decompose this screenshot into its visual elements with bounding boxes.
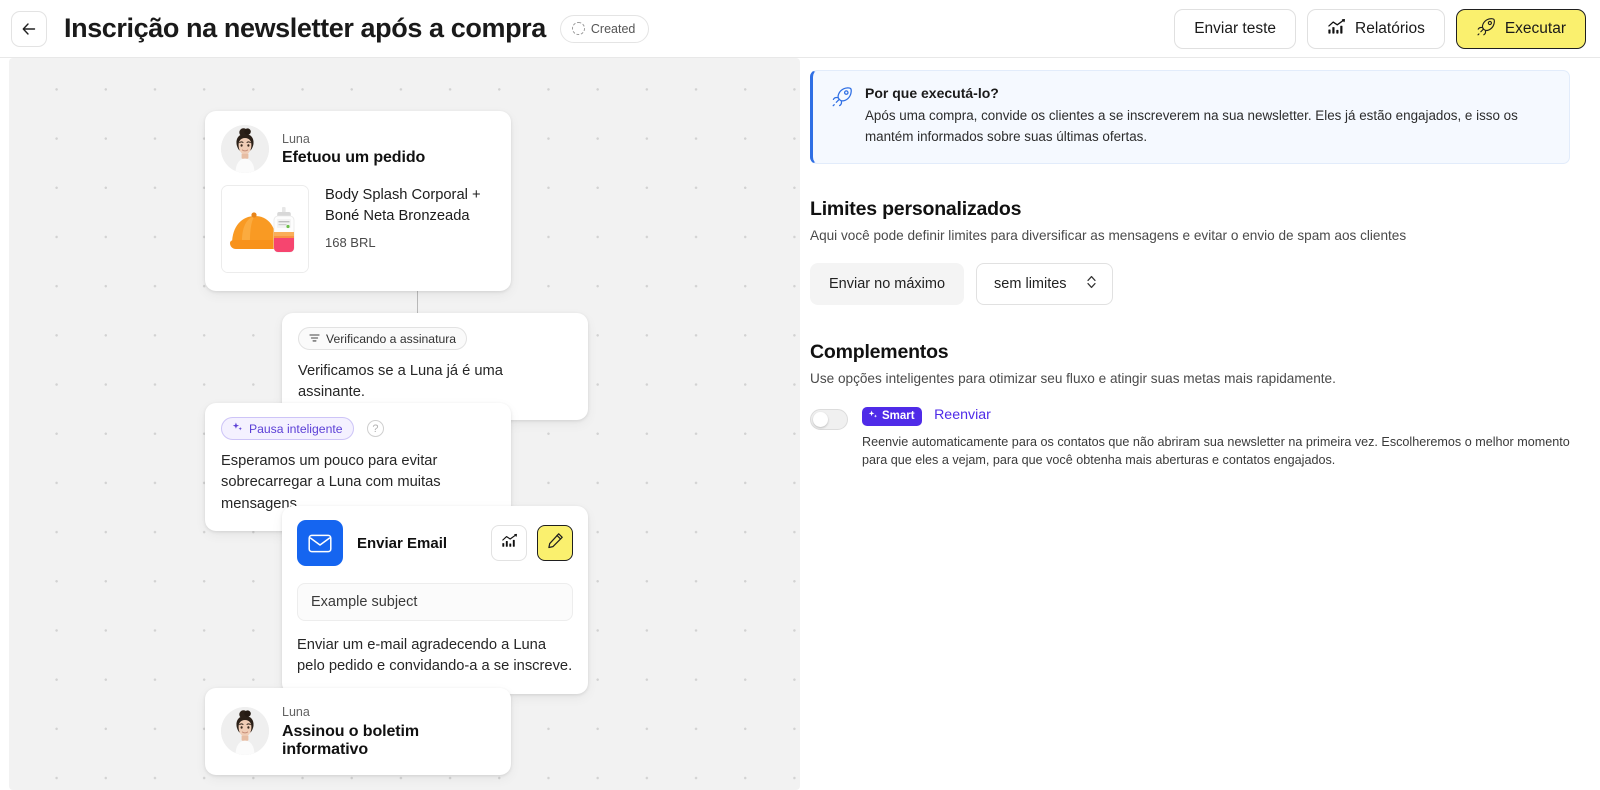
filter-icon xyxy=(309,332,320,346)
status-badge-label: Created xyxy=(590,21,636,36)
condition-badge-label: Verificando a assinatura xyxy=(326,331,457,346)
person-name: Luna xyxy=(282,705,310,719)
limits-label: Enviar no máximo xyxy=(810,262,965,305)
rocket-icon xyxy=(831,86,853,148)
reports-button[interactable]: Relatórios xyxy=(1307,8,1445,49)
status-badge: Created xyxy=(559,14,650,43)
flow-node-trigger[interactable]: Luna Efetuou um pedido Body Splash Corpo… xyxy=(205,111,511,291)
rocket-icon xyxy=(1476,17,1496,41)
goal-person-text: Luna Assinou o boletim informativo xyxy=(282,704,495,759)
email-stats-button[interactable] xyxy=(491,525,527,561)
delay-badge: Pausa inteligente xyxy=(221,417,354,440)
chevron-updown-icon xyxy=(1085,274,1098,294)
condition-badge: Verificando a assinatura xyxy=(298,327,468,350)
send-test-label: Enviar teste xyxy=(1194,19,1277,37)
email-node-actions xyxy=(491,525,573,561)
person-action: Assinou o boletim informativo xyxy=(282,722,419,758)
pencil-icon xyxy=(547,532,564,554)
addon-toggle-resend[interactable] xyxy=(810,408,848,430)
dashed-circle-icon xyxy=(571,22,585,35)
arrow-left-icon xyxy=(20,20,38,38)
email-subject-value: Example subject xyxy=(311,594,418,610)
sparkle-icon xyxy=(868,410,878,423)
email-edit-button[interactable] xyxy=(537,525,573,561)
trigger-person-text: Luna Efetuou um pedido xyxy=(282,131,425,168)
addons-subtitle: Use opções inteligentes para otimizar se… xyxy=(810,370,1336,386)
envelope-icon xyxy=(297,520,343,566)
addons-title: Complementos xyxy=(810,340,949,363)
top-bar-actions: Enviar teste Relatórios Executar xyxy=(1174,8,1586,49)
flow-node-email[interactable]: Enviar Email Example subject Enviar um e… xyxy=(282,506,588,694)
limits-subtitle: Aqui você pode definir limites para dive… xyxy=(810,227,1407,243)
back-button[interactable] xyxy=(11,10,47,47)
email-subject-field[interactable]: Example subject xyxy=(297,583,573,621)
addon-item-resend: Smart Reenviar Reenvie automaticamente p… xyxy=(810,406,1570,471)
person-name: Luna xyxy=(282,131,310,146)
info-banner-body: Após uma compra, convide os clientes a s… xyxy=(865,108,1518,144)
flow-node-goal[interactable]: Luna Assinou o boletim informativo xyxy=(205,688,511,775)
condition-text: Verificamos se a Luna já é uma assinante… xyxy=(298,363,503,401)
chart-icon xyxy=(1327,18,1346,40)
info-banner-text: Por que executá-lo? Após uma compra, con… xyxy=(865,85,1549,148)
addon-name-resend[interactable]: Reenviar xyxy=(934,407,991,423)
info-banner-title: Por que executá-lo? xyxy=(865,85,999,101)
toggle-knob xyxy=(813,411,828,427)
product-image xyxy=(221,185,309,273)
product-price: 168 BRL xyxy=(325,234,376,250)
person-action: Efetuou um pedido xyxy=(282,149,426,167)
chart-icon xyxy=(501,533,518,553)
addon-content: Smart Reenviar Reenvie automaticamente p… xyxy=(862,406,1570,471)
limits-control-row: Enviar no máximo sem limites xyxy=(810,262,1570,305)
product-row: Body Splash Corporal + Boné Neta Bronzea… xyxy=(205,185,511,291)
email-node-label: Enviar Email xyxy=(357,534,448,552)
addon-description-resend: Reenvie automaticamente para os contatos… xyxy=(862,434,1570,468)
help-circle-icon[interactable]: ? xyxy=(366,420,384,437)
sparkle-icon xyxy=(232,422,243,436)
email-header: Enviar Email xyxy=(282,506,588,566)
avatar xyxy=(221,125,269,173)
page-title: Inscrição na newsletter após a compra xyxy=(64,13,546,43)
flow-canvas[interactable]: Luna Efetuou um pedido Body Splash Corpo… xyxy=(9,58,800,790)
send-test-button[interactable]: Enviar teste xyxy=(1174,8,1297,49)
addons-section: Complementos Use opções inteligentes par… xyxy=(810,341,1570,471)
run-label: Executar xyxy=(1504,19,1566,37)
addon-header: Smart Reenviar xyxy=(862,406,1570,426)
reports-label: Relatórios xyxy=(1355,19,1425,37)
smart-badge-label: Smart xyxy=(882,410,915,423)
trigger-person-row: Luna Efetuou um pedido xyxy=(205,111,511,185)
goal-person-row: Luna Assinou o boletim informativo xyxy=(205,688,511,775)
top-bar: Inscrição na newsletter após a compra Cr… xyxy=(0,0,1600,58)
delay-badge-label: Pausa inteligente xyxy=(249,421,343,436)
product-title: Body Splash Corporal + Boné Neta Bronzea… xyxy=(325,187,481,224)
smart-badge: Smart xyxy=(862,406,922,426)
settings-panel: Por que executá-lo? Após uma compra, con… xyxy=(810,58,1600,790)
limits-select[interactable]: sem limites xyxy=(976,262,1113,305)
product-text: Body Splash Corporal + Boné Neta Bronzea… xyxy=(325,185,495,273)
avatar xyxy=(221,707,269,756)
limits-title: Limites personalizados xyxy=(810,197,1022,220)
limits-select-value: sem limites xyxy=(994,275,1067,292)
limits-section: Limites personalizados Aqui você pode de… xyxy=(810,198,1570,305)
email-description: Enviar um e-mail agradecendo a Luna pelo… xyxy=(297,637,573,675)
run-button[interactable]: Executar xyxy=(1455,8,1586,49)
info-banner: Por que executá-lo? Após uma compra, con… xyxy=(810,70,1570,164)
